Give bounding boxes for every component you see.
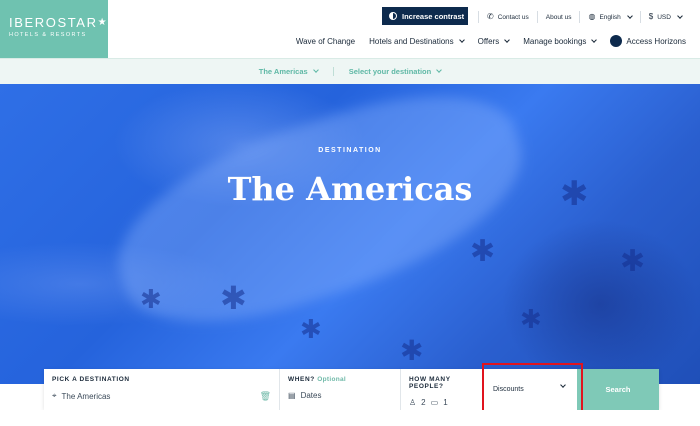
chevron-down-icon [312,67,319,73]
currency-icon: $ [648,12,654,21]
destination-field[interactable]: PICK A DESTINATION ⌖ The Americas 🗑 [44,369,280,410]
contact-us-link[interactable]: ✆ Contact us [478,11,537,23]
nav-manage-bookings[interactable]: Manage bookings [523,36,598,46]
logo-tagline: HOTELS & RESORTS [9,32,87,38]
nav-hotels-and-destinations[interactable]: Hotels and Destinations [369,36,465,46]
chevron-down-icon [626,12,633,19]
chevron-down-icon [504,36,511,43]
subnav-destination-dropdown[interactable]: Select your destination [332,67,457,76]
dates-field-value: Dates [300,391,322,400]
language-label: English [599,13,621,21]
nav-wave-of-change-label: Wave of Change [295,36,356,46]
page: IBEROSTAR★ HOTELS & RESORTS Increase con… [0,0,700,426]
chevron-down-icon [560,382,566,388]
nav-access-horizons-label: Access Horizons [626,36,686,46]
destination-field-value: The Americas [61,391,111,401]
nav-hotels-label: Hotels and Destinations [369,36,454,46]
nav-wave-of-change[interactable]: Wave of Change [296,37,355,46]
contrast-icon [389,12,397,20]
palm-icon: ✱ [470,235,496,268]
discounts-label: Discounts [493,386,524,393]
phone-icon: ✆ [487,12,494,21]
palm-icon: ✱ [520,304,542,334]
increase-contrast-label: Increase contrast [402,11,465,21]
chevron-down-icon [458,36,465,43]
currency-selector[interactable]: $ USD [639,11,690,23]
main-nav: Wave of Change Hotels and Destinations O… [296,35,686,47]
utility-bar: ✆ Contact us About us ◍ English $ USD [478,10,690,24]
contact-us-label: Contact us [497,13,529,21]
dates-field[interactable]: WHEN? Optional ▤ Dates [280,369,401,410]
nav-manage-bookings-label: Manage bookings [523,36,587,46]
trash-icon[interactable]: 🗑 [260,391,271,402]
discounts-dropdown[interactable]: Discounts [487,369,577,410]
destination-field-label: PICK A DESTINATION [52,376,130,383]
iberostar-logo[interactable]: IBEROSTAR★ HOTELS & RESORTS [0,0,108,58]
calendar-icon: ▤ [288,391,296,400]
palm-icon: ✱ [620,245,646,278]
site-header: IBEROSTAR★ HOTELS & RESORTS Increase con… [0,0,700,58]
search-button-label: Search [605,385,631,394]
guests-field[interactable]: HOW MANY PEOPLE? ♙ 2 ▭ 1 [401,369,487,410]
person-icon: ♙ [409,398,417,407]
user-avatar-icon [610,35,623,47]
dates-field-label: WHEN? [288,376,315,383]
hero-banner: ✱ ✱ ✱ ✱ ✱ ✱ ✱ ✱ DESTINATION The Americas [0,84,700,384]
guests-field-label: HOW MANY PEOPLE? [409,376,451,390]
logo-star-icon: ★ [97,17,109,28]
hero-eyebrow: DESTINATION [318,147,382,154]
dates-optional-label: Optional [317,376,347,383]
about-us-link[interactable]: About us [536,11,580,23]
subnav-destination-label: Select your destination [348,67,432,76]
chevron-down-icon [436,67,443,73]
subnav-region-dropdown[interactable]: The Americas [244,67,333,76]
page-bottom-strip [0,410,700,426]
about-us-label: About us [545,13,572,21]
subnav-region-label: The Americas [258,67,308,76]
search-button[interactable]: Search [577,369,659,410]
chevron-down-icon [677,12,683,19]
palm-icon: ✱ [400,335,424,366]
nav-offers[interactable]: Offers [477,36,511,46]
currency-label: USD [657,13,671,21]
palm-icon: ✱ [220,280,247,316]
map-pin-icon: ⌖ [52,391,57,400]
increase-contrast-button[interactable]: Increase contrast [382,7,468,25]
logo-wordmark: IBEROSTAR [9,15,98,30]
hero-title: The Americas [227,170,473,208]
adults-count: 2 [421,398,426,407]
bed-icon: ▭ [430,398,439,407]
chevron-down-icon [591,36,598,43]
globe-icon: ◍ [588,12,596,21]
palm-icon: ✱ [300,314,322,344]
language-selector[interactable]: ◍ English [579,11,639,23]
rooms-count: 1 [443,398,448,407]
destination-subnav: The Americas Select your destination [0,58,700,84]
nav-offers-label: Offers [477,36,500,46]
booking-search-bar: PICK A DESTINATION ⌖ The Americas 🗑 WHEN… [44,369,659,410]
palm-icon: ✱ [140,284,162,314]
nav-access-horizons[interactable]: Access Horizons [610,35,686,47]
